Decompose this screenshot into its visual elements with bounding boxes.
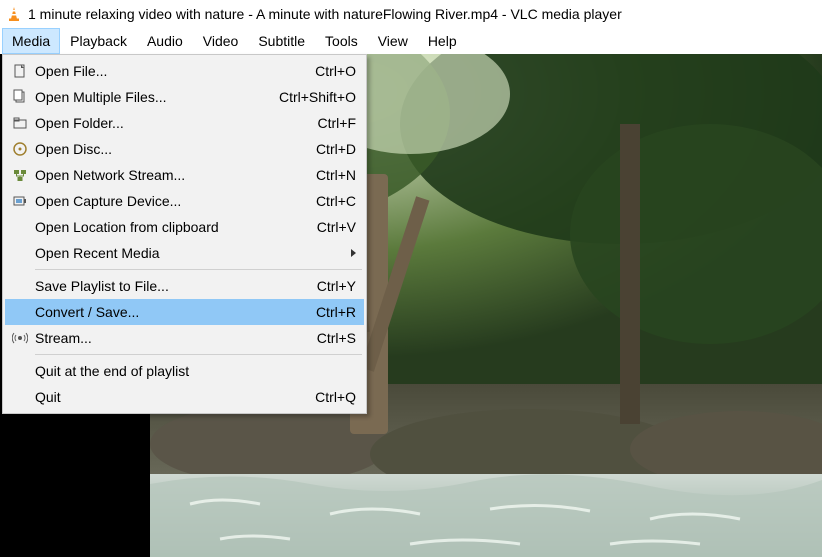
menu-item-open-file[interactable]: Open File...Ctrl+O [5, 58, 364, 84]
menubar: MediaPlaybackAudioVideoSubtitleToolsView… [0, 28, 822, 54]
menu-item-open-capture-device[interactable]: Open Capture Device...Ctrl+C [5, 188, 364, 214]
menu-item-open-multiple-files[interactable]: Open Multiple Files...Ctrl+Shift+O [5, 84, 364, 110]
menubar-item-audio[interactable]: Audio [137, 28, 193, 54]
menu-item-stream[interactable]: Stream...Ctrl+S [5, 325, 364, 351]
files-icon [9, 89, 31, 105]
menu-item-shortcut: Ctrl+V [305, 219, 356, 235]
menu-item-shortcut: Ctrl+O [303, 63, 356, 79]
menu-item-label: Stream... [31, 330, 305, 346]
menu-separator [35, 354, 362, 355]
menu-item-shortcut: Ctrl+Q [303, 389, 356, 405]
menu-item-convert-save[interactable]: Convert / Save...Ctrl+R [5, 299, 364, 325]
menu-item-shortcut: Ctrl+Y [305, 278, 356, 294]
menu-item-label: Quit [31, 389, 303, 405]
menu-item-label: Save Playlist to File... [31, 278, 305, 294]
media-menu-dropdown: Open File...Ctrl+OOpen Multiple Files...… [2, 54, 367, 414]
menu-item-open-location-from-clipboard[interactable]: Open Location from clipboardCtrl+V [5, 214, 364, 240]
menu-item-label: Open Network Stream... [31, 167, 304, 183]
video-area: Open File...Ctrl+OOpen Multiple Files...… [0, 54, 822, 557]
menu-item-save-playlist-to-file[interactable]: Save Playlist to File...Ctrl+Y [5, 273, 364, 299]
menu-item-shortcut: Ctrl+F [306, 115, 357, 131]
menu-item-shortcut: Ctrl+N [304, 167, 356, 183]
menu-item-label: Open Capture Device... [31, 193, 304, 209]
menu-separator [35, 269, 362, 270]
menubar-item-tools[interactable]: Tools [315, 28, 368, 54]
window-title: 1 minute relaxing video with nature - A … [28, 6, 622, 22]
menu-item-quit-at-the-end-of-playlist[interactable]: Quit at the end of playlist [5, 358, 364, 384]
menubar-item-media[interactable]: Media [2, 28, 60, 54]
menu-item-label: Open File... [31, 63, 303, 79]
menu-item-shortcut: Ctrl+S [305, 330, 356, 346]
folder-icon [9, 115, 31, 131]
menu-item-open-folder[interactable]: Open Folder...Ctrl+F [5, 110, 364, 136]
menu-item-label: Open Location from clipboard [31, 219, 305, 235]
capture-icon [9, 193, 31, 209]
menubar-item-video[interactable]: Video [193, 28, 249, 54]
menu-item-open-disc[interactable]: Open Disc...Ctrl+D [5, 136, 364, 162]
network-icon [9, 167, 31, 183]
menu-item-shortcut: Ctrl+Shift+O [267, 89, 356, 105]
menu-item-label: Convert / Save... [31, 304, 304, 320]
menubar-item-view[interactable]: View [368, 28, 418, 54]
menubar-item-help[interactable]: Help [418, 28, 467, 54]
vlc-cone-icon [6, 6, 22, 22]
titlebar: 1 minute relaxing video with nature - A … [0, 0, 822, 28]
menu-item-label: Quit at the end of playlist [31, 363, 356, 379]
disc-icon [9, 141, 31, 157]
menu-item-label: Open Folder... [31, 115, 306, 131]
menubar-item-playback[interactable]: Playback [60, 28, 137, 54]
menu-item-label: Open Recent Media [31, 245, 351, 261]
submenu-arrow-icon [351, 249, 356, 257]
stream-icon [9, 330, 31, 346]
menu-item-open-recent-media[interactable]: Open Recent Media [5, 240, 364, 266]
menu-item-shortcut: Ctrl+C [304, 193, 356, 209]
menu-item-open-network-stream[interactable]: Open Network Stream...Ctrl+N [5, 162, 364, 188]
menu-item-shortcut: Ctrl+R [304, 304, 356, 320]
menu-item-label: Open Disc... [31, 141, 304, 157]
menu-item-shortcut: Ctrl+D [304, 141, 356, 157]
menu-item-label: Open Multiple Files... [31, 89, 267, 105]
menubar-item-subtitle[interactable]: Subtitle [248, 28, 315, 54]
file-icon [9, 63, 31, 79]
menu-item-quit[interactable]: QuitCtrl+Q [5, 384, 364, 410]
